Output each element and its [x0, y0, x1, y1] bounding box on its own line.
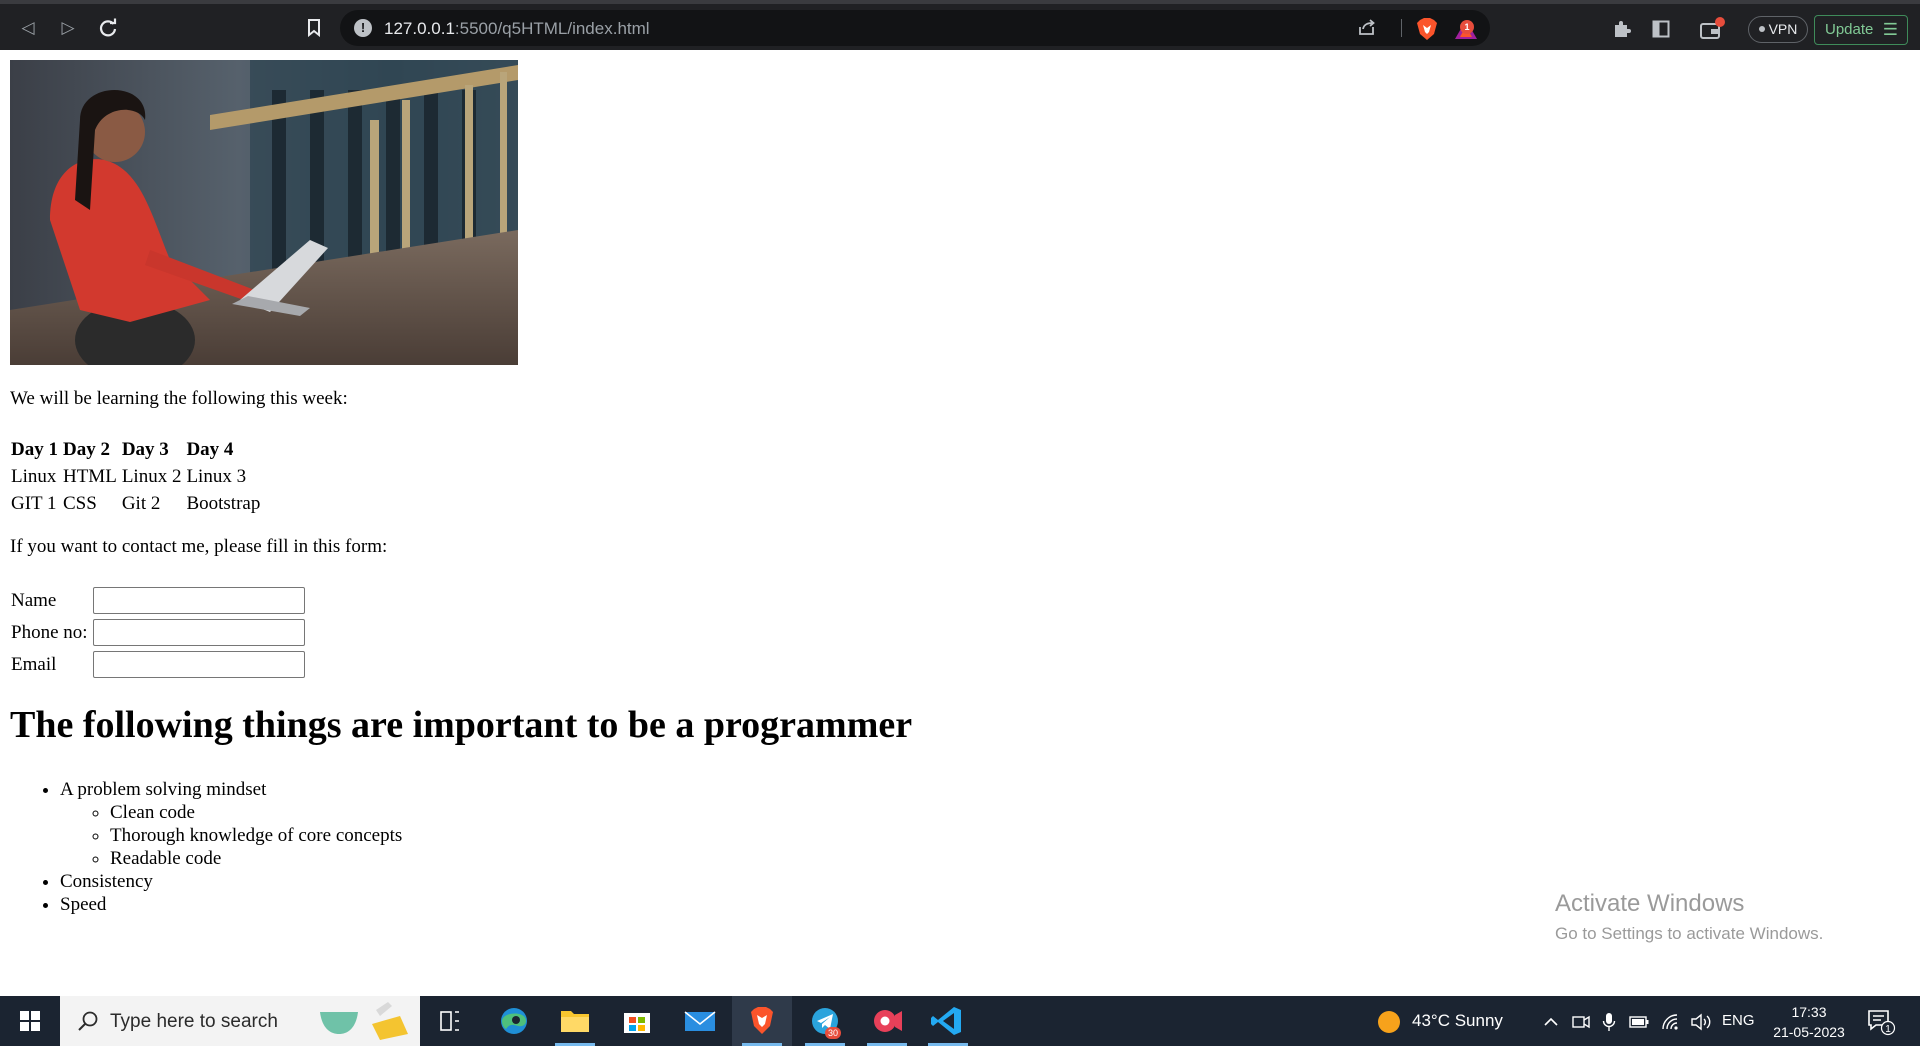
list-item: Consistency	[60, 870, 402, 893]
screen-recorder-icon[interactable]	[857, 996, 917, 1046]
clock-time: 17:33	[1791, 1004, 1827, 1020]
intro-text: We will be learning the following this w…	[10, 388, 348, 409]
update-button[interactable]: Update ☰	[1814, 15, 1908, 45]
edge-browser-icon[interactable]	[484, 996, 544, 1046]
reload-icon[interactable]	[94, 14, 122, 42]
sub-list-item: Thorough knowledge of core concepts	[110, 824, 402, 847]
name-input[interactable]	[92, 587, 305, 614]
brave-rewards-icon[interactable]: 1	[1454, 17, 1480, 41]
wifi-icon[interactable]	[1660, 1011, 1682, 1033]
taskbar-search[interactable]: Type here to search	[60, 996, 420, 1046]
forward-icon[interactable]: ▷	[54, 14, 82, 42]
activate-windows-watermark: Activate Windows Go to Settings to activ…	[1555, 889, 1823, 945]
search-placeholder: Type here to search	[110, 1011, 278, 1032]
extensions-icon[interactable]	[1609, 16, 1635, 42]
schedule-table: Day 1 Day 2 Day 3 Day 4 Linux HTML Linux…	[7, 435, 264, 518]
language-indicator[interactable]: ENG	[1722, 1012, 1755, 1029]
clock-date: 21-05-2023	[1773, 1024, 1845, 1040]
table-row: GIT 1 CSS Git 2 Bootstrap	[10, 491, 261, 516]
telegram-badge: 30	[828, 1028, 838, 1038]
hero-image	[10, 60, 518, 365]
email-label: Email	[11, 653, 57, 675]
notification-count: 1	[1885, 1024, 1891, 1035]
header-day-1: Day 1	[11, 439, 58, 460]
watermark-subtitle: Go to Settings to activate Windows.	[1555, 924, 1824, 943]
name-label: Name	[11, 589, 57, 611]
task-view-icon[interactable]	[420, 996, 480, 1046]
email-input[interactable]	[92, 651, 305, 678]
microsoft-store-icon[interactable]	[607, 996, 667, 1046]
update-label: Update	[1825, 21, 1874, 38]
taskbar: Type here to search 30 43°C Sunny ENG 17…	[0, 996, 1920, 1046]
skills-list: A problem solving mindset Clean code Tho…	[60, 778, 402, 916]
share-icon[interactable]	[1356, 18, 1378, 40]
microphone-icon[interactable]	[1598, 1011, 1620, 1033]
site-info-icon[interactable]: !	[354, 19, 372, 37]
sub-list-item: Readable code	[110, 847, 402, 870]
list-item: Speed	[60, 893, 402, 916]
sidebar-icon[interactable]	[1648, 16, 1674, 42]
address-bar[interactable]: ! 127.0.0.1:5500/q5HTML/index.html 1	[340, 10, 1490, 46]
header-day-3: Day 3	[121, 439, 169, 460]
contact-form: Name Phone no: Email	[7, 583, 309, 682]
battery-icon[interactable]	[1628, 1011, 1650, 1033]
menu-icon: ☰	[1882, 20, 1898, 39]
notification-center-icon[interactable]: 1	[1866, 1008, 1896, 1036]
browser-toolbar: ◁ ▷ ! 127.0.0.1:5500/q5HTML/index.html 1…	[0, 0, 1920, 50]
phone-label: Phone no:	[11, 621, 88, 643]
windows-start-icon[interactable]	[0, 996, 60, 1046]
url-text[interactable]: 127.0.0.1:5500/q5HTML/index.html	[384, 19, 650, 39]
divider	[1401, 19, 1402, 37]
sub-list-item: Clean code	[110, 801, 402, 824]
url-host: 127.0.0.1	[384, 19, 455, 38]
bookmark-icon[interactable]	[300, 14, 328, 42]
table-cell: Linux 3	[186, 466, 247, 487]
volume-icon[interactable]	[1690, 1011, 1712, 1033]
phone-input[interactable]	[92, 619, 305, 646]
table-header-row: Day 1 Day 2 Day 3 Day 4	[10, 437, 261, 462]
weather-text: 43°C Sunny	[1412, 1011, 1503, 1030]
brave-shield-icon[interactable]	[1416, 17, 1438, 41]
table-cell: Bootstrap	[186, 493, 261, 514]
header-day-2: Day 2	[62, 439, 110, 460]
table-row: Linux HTML Linux 2 Linux 3	[10, 464, 261, 489]
list-item-text: A problem solving mindset	[60, 779, 267, 800]
brave-browser-icon[interactable]	[732, 996, 792, 1046]
form-row-email: Email	[10, 650, 306, 679]
url-path: :5500/q5HTML/index.html	[454, 19, 650, 38]
telegram-icon[interactable]: 30	[795, 996, 855, 1046]
rewards-badge: 1	[1460, 20, 1474, 34]
table-cell: CSS	[62, 493, 97, 514]
watermark-title: Activate Windows	[1555, 890, 1745, 917]
sub-list: Clean code Thorough knowledge of core co…	[110, 801, 402, 870]
search-icon	[76, 1009, 100, 1033]
file-explorer-icon[interactable]	[545, 996, 605, 1046]
clock[interactable]: 17:33 21-05-2023	[1764, 1002, 1854, 1042]
contact-prompt: If you want to contact me, please fill i…	[10, 536, 388, 557]
form-row-phone: Phone no:	[10, 618, 306, 647]
table-cell: Git 2	[121, 493, 161, 514]
mail-icon[interactable]	[670, 996, 730, 1046]
table-cell: GIT 1	[11, 493, 57, 514]
sun-icon	[1378, 1011, 1400, 1033]
table-cell: Linux	[11, 466, 57, 487]
page-heading: The following things are important to be…	[10, 704, 913, 746]
vpn-button[interactable]: VPN	[1748, 16, 1808, 43]
page-content: We will be learning the following this w…	[0, 50, 1920, 996]
vpn-status-dot	[1758, 26, 1765, 32]
list-item: A problem solving mindset Clean code Tho…	[60, 778, 402, 870]
chevron-up-icon[interactable]	[1540, 1011, 1562, 1033]
vpn-label: VPN	[1768, 21, 1798, 37]
header-day-4: Day 4	[186, 439, 234, 460]
table-cell: HTML	[62, 466, 117, 487]
meet-now-icon[interactable]	[1570, 1011, 1592, 1033]
search-highlight-icon	[318, 998, 420, 1044]
back-icon[interactable]: ◁	[14, 14, 42, 42]
form-row-name: Name	[10, 586, 306, 615]
wallet-icon[interactable]	[1699, 16, 1725, 42]
table-cell: Linux 2	[121, 466, 182, 487]
vscode-icon[interactable]	[918, 996, 978, 1046]
